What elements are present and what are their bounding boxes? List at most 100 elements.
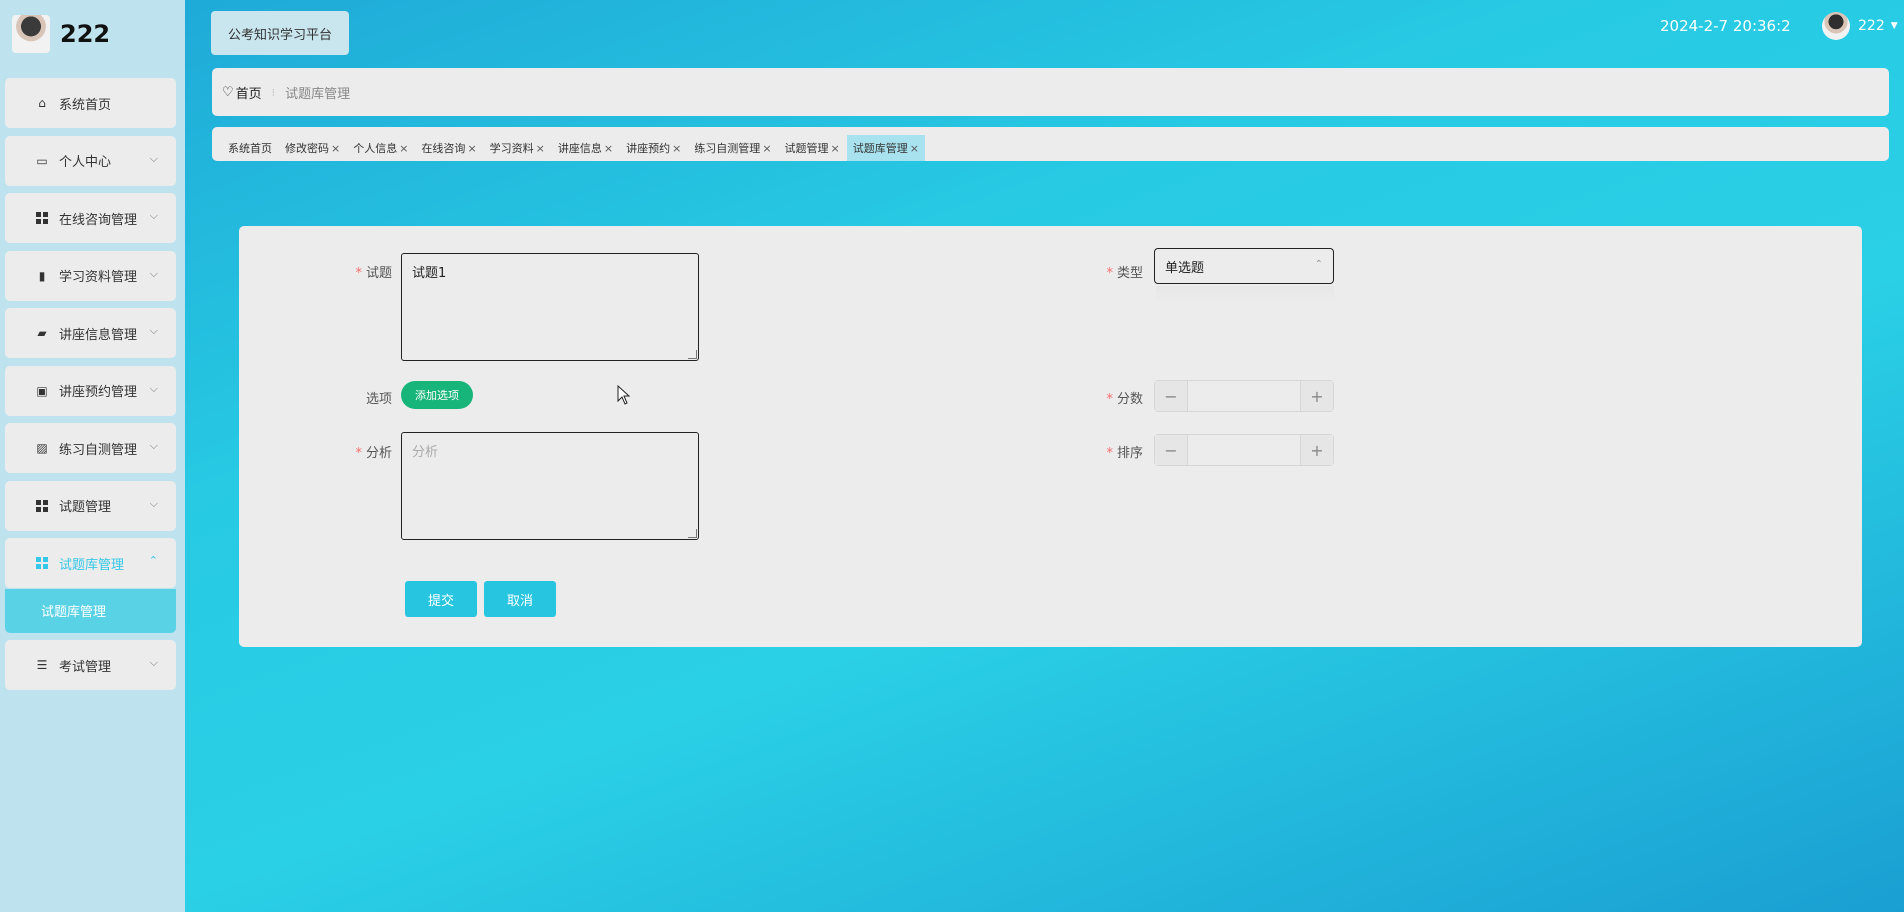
sidebar-item-personal[interactable]: ▭ 个人中心 ⌵ [5, 135, 176, 186]
order-input[interactable] [1188, 435, 1300, 465]
tag-home[interactable]: 系统首页 [222, 135, 278, 161]
cancel-button[interactable]: 取消 [484, 581, 556, 617]
order-label-text: 排序 [1116, 446, 1143, 461]
plus-button[interactable]: + [1300, 435, 1333, 465]
close-icon[interactable]: × [331, 142, 340, 155]
sidebar-item-label: 系统首页 [59, 97, 112, 113]
score-input[interactable] [1188, 381, 1300, 411]
plus-button[interactable]: + [1300, 381, 1333, 411]
resize-handle[interactable] [688, 529, 697, 538]
briefcase-icon: ▰ [37, 326, 47, 340]
close-icon[interactable]: × [536, 142, 545, 155]
submenu-item-question-bank[interactable]: 试题库管理 [5, 588, 176, 633]
sidebar-item-home[interactable]: ⌂ 系统首页 [5, 78, 176, 128]
options-label: 选项 [365, 392, 392, 407]
add-option-button[interactable]: 添加选项 [401, 381, 473, 409]
tag-label: 在线咨询 [421, 142, 466, 155]
tag-label: 系统首页 [228, 142, 272, 155]
tag-questions[interactable]: 试题管理 × [779, 135, 846, 161]
tag-label: 讲座信息 [557, 142, 602, 155]
tag-password[interactable]: 修改密码 × [279, 135, 346, 161]
score-label-text: 分数 [1116, 392, 1143, 407]
sidebar-item-practice[interactable]: ▨ 练习自测管理 ⌵ [5, 423, 176, 473]
sidebar-menu: ⌂ 系统首页 ▭ 个人中心 ⌵ 在线咨询管理 ⌵ ▮ 学习资料管理 ⌵ ▰ 讲座… [5, 78, 176, 698]
chevron-down-icon: ⌵ [149, 439, 158, 452]
tag-label: 练习自测管理 [694, 142, 761, 155]
sidebar-item-label: 讲座信息管理 [59, 327, 138, 343]
required-mark: * [1106, 446, 1113, 461]
datetime: 2024-2-7 20:36:2 [1660, 17, 1791, 35]
sidebar-item-materials[interactable]: ▮ 学习资料管理 ⌵ [5, 250, 176, 301]
tag-materials[interactable]: 学习资料 × [484, 135, 551, 161]
analysis-placeholder: 分析 [412, 445, 439, 460]
chevron-down-icon: ⌵ [149, 209, 158, 222]
required-mark: * [1106, 266, 1113, 281]
score-label: * 分数 [1063, 388, 1143, 407]
home-icon: ⌂ [38, 96, 46, 110]
order-stepper[interactable]: − + [1154, 434, 1334, 466]
caret-down-icon: ▼ [1890, 21, 1898, 31]
question-textarea[interactable]: 试题1 [401, 253, 699, 361]
id-card-icon: ▭ [36, 153, 48, 168]
sidebar-item-exam[interactable]: ☰ 考试管理 ⌵ [5, 640, 176, 690]
close-icon[interactable]: × [672, 142, 681, 155]
chevron-down-icon: ⌵ [149, 381, 158, 395]
close-icon[interactable]: × [910, 142, 919, 155]
close-icon[interactable]: × [762, 142, 771, 155]
type-label: * 类型 [1063, 262, 1143, 281]
avatar [1822, 12, 1850, 40]
type-select[interactable]: 单选题 ⌃ [1154, 248, 1334, 284]
sidebar-item-question-bank[interactable]: 试题库管理 ⌃ [5, 538, 176, 588]
chart-icon: ▨ [36, 441, 48, 455]
type-label-text: 类型 [1116, 266, 1143, 281]
grid-icon [35, 556, 49, 570]
analysis-textarea[interactable]: 分析 [401, 432, 699, 540]
breadcrumb-home[interactable]: 首页 [236, 83, 262, 102]
tag-profile[interactable]: 个人信息 × [347, 135, 414, 161]
sidebar: 222 ⌂ 系统首页 ▭ 个人中心 ⌵ 在线咨询管理 ⌵ ▮ 学习资料管理 ⌵ … [0, 0, 185, 912]
form-panel: * 试题 试题1 * 类型 单选题 ⌃ 选项 添加选项 * 分数 − + * 分析 分析… [239, 226, 1862, 647]
question-label: * 试题 [312, 262, 392, 281]
chevron-down-icon: ⌵ [149, 151, 158, 165]
user-menu[interactable]: 222 ▼ [1822, 12, 1898, 40]
tag-lecture-info[interactable]: 讲座信息 × [552, 135, 619, 161]
user-name: 222 [1858, 18, 1885, 34]
sidebar-item-label: 学习资料管理 [59, 270, 138, 285]
sidebar-item-lecture-info[interactable]: ▰ 讲座信息管理 ⌵ [5, 308, 176, 358]
close-icon[interactable]: × [399, 142, 408, 155]
sidebar-item-lecture-booking[interactable]: ▣ 讲座预约管理 ⌵ [5, 365, 176, 416]
sidebar-item-questions[interactable]: 试题管理 ⌵ [5, 480, 176, 531]
chevron-down-icon: ⌵ [149, 324, 158, 337]
sidebar-item-label: 讲座预约管理 [59, 385, 138, 400]
close-icon[interactable]: × [604, 142, 613, 155]
question-value: 试题1 [412, 266, 447, 281]
sidebar-item-consult[interactable]: 在线咨询管理 ⌵ [5, 193, 176, 243]
books-icon: ▮ [38, 268, 46, 283]
resize-handle[interactable] [688, 350, 697, 359]
chevron-down-icon: ⌵ [149, 496, 158, 510]
minus-button[interactable]: − [1155, 381, 1188, 411]
tag-question-bank[interactable]: 试题库管理 × [846, 135, 925, 161]
close-icon[interactable]: × [467, 142, 476, 155]
tag-lecture-booking[interactable]: 讲座预约 × [620, 135, 687, 161]
analysis-label-text: 分析 [365, 446, 392, 461]
tag-label: 讲座预约 [626, 142, 671, 155]
tags-view: 系统首页 修改密码 × 个人信息 × 在线咨询 × 学习资料 × 讲座信息 × 讲座预约 ×… [212, 127, 1889, 161]
sliders-icon: ☰ [36, 658, 48, 672]
breadcrumb-current: 试题库管理 [285, 86, 351, 102]
tag-label: 修改密码 [285, 142, 329, 155]
tag-consult[interactable]: 在线咨询 × [415, 135, 482, 161]
minus-button[interactable]: − [1155, 435, 1188, 465]
score-stepper[interactable]: − + [1154, 380, 1334, 412]
tag-practice[interactable]: 练习自测管理 × [688, 135, 777, 161]
submit-button[interactable]: 提交 [405, 581, 477, 617]
order-label: * 排序 [1063, 442, 1143, 461]
tag-label: 试题库管理 [852, 142, 908, 155]
close-icon[interactable]: × [831, 142, 840, 155]
sidebar-item-label: 试题管理 [59, 500, 112, 515]
heart-icon: ♡ [222, 84, 234, 100]
sidebar-item-label: 试题库管理 [59, 557, 125, 573]
sidebar-item-label: 练习自测管理 [59, 442, 138, 458]
tag-label: 个人信息 [353, 142, 398, 155]
platform-title-button[interactable]: 公考知识学习平台 [211, 11, 349, 55]
